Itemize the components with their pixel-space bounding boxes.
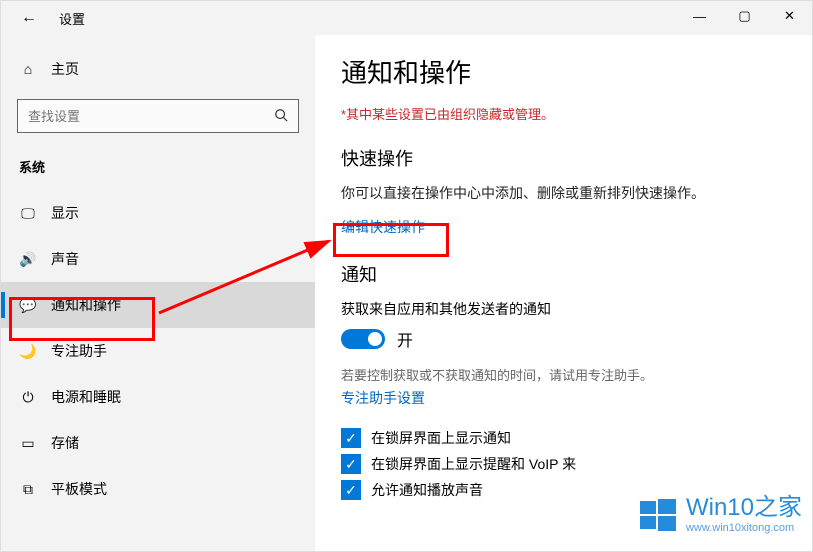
sidebar-item-power-sleep[interactable]: ⏻ 电源和睡眠 xyxy=(1,374,315,420)
checkbox-label: 在锁屏界面上显示提醒和 VoIP 来 xyxy=(371,454,576,474)
sidebar-item-label: 专注助手 xyxy=(51,341,107,361)
sidebar-item-label: 通知和操作 xyxy=(51,295,121,315)
window-title: 设置 xyxy=(59,9,85,28)
quick-actions-heading: 快速操作 xyxy=(341,145,786,171)
search-icon xyxy=(274,108,288,125)
sidebar: ⌂ 主页 系统 🖵 显示 🔊 声音 💬 通知和操作 🌙 专注助手 xyxy=(1,35,315,551)
sidebar-item-label: 电源和睡眠 xyxy=(51,387,121,407)
checkbox-lockscreen-voip[interactable]: ✓ 在锁屏界面上显示提醒和 VoIP 来 xyxy=(341,454,786,474)
sidebar-item-focus-assist[interactable]: 🌙 专注助手 xyxy=(1,328,315,374)
toggle-state: 开 xyxy=(397,327,413,351)
checkbox-lockscreen-notif[interactable]: ✓ 在锁屏界面上显示通知 xyxy=(341,428,786,448)
sidebar-item-label: 声音 xyxy=(51,249,79,269)
sidebar-item-label: 显示 xyxy=(51,203,79,223)
page-title: 通知和操作 xyxy=(341,53,786,90)
display-icon: 🖵 xyxy=(19,205,37,222)
main-content: 通知和操作 *其中某些设置已由组织隐藏或管理。 快速操作 你可以直接在操作中心中… xyxy=(315,35,812,551)
sidebar-item-sound[interactable]: 🔊 声音 xyxy=(1,236,315,282)
window-controls: — ▢ ✕ xyxy=(677,1,812,31)
edit-quick-actions-link[interactable]: 编辑快速操作 xyxy=(341,217,425,237)
notifications-icon: 💬 xyxy=(19,297,37,314)
checkbox-icon[interactable]: ✓ xyxy=(341,454,361,474)
close-button[interactable]: ✕ xyxy=(767,1,812,31)
focus-icon: 🌙 xyxy=(19,343,37,360)
focus-assist-settings-link[interactable]: 专注助手设置 xyxy=(341,388,425,408)
checkbox-label: 允许通知播放声音 xyxy=(371,480,483,500)
sidebar-item-label: 存储 xyxy=(51,433,79,453)
home-link[interactable]: ⌂ 主页 xyxy=(1,49,315,89)
sidebar-item-label: 平板模式 xyxy=(51,479,107,499)
checkbox-icon[interactable]: ✓ xyxy=(341,428,361,448)
home-icon: ⌂ xyxy=(19,61,37,77)
checkbox-icon[interactable]: ✓ xyxy=(341,480,361,500)
sound-icon: 🔊 xyxy=(19,251,37,268)
sidebar-item-tablet-mode[interactable]: ⧉ 平板模式 xyxy=(1,466,315,512)
sidebar-item-display[interactable]: 🖵 显示 xyxy=(1,190,315,236)
storage-icon: ▭ xyxy=(19,435,37,452)
tablet-icon: ⧉ xyxy=(19,481,37,498)
focus-assist-hint: 若要控制获取或不获取通知的时间，请试用专注助手。 xyxy=(341,365,786,384)
search-box[interactable] xyxy=(17,99,299,133)
power-icon: ⏻ xyxy=(19,389,37,406)
managed-warning: *其中某些设置已由组织隐藏或管理。 xyxy=(341,104,786,123)
sidebar-item-storage[interactable]: ▭ 存储 xyxy=(1,420,315,466)
notifications-toggle[interactable] xyxy=(341,329,385,349)
checkbox-label: 在锁屏界面上显示通知 xyxy=(371,428,511,448)
quick-actions-desc: 你可以直接在操作中心中添加、删除或重新排列快速操作。 xyxy=(341,183,786,203)
maximize-button[interactable]: ▢ xyxy=(722,1,767,31)
checkbox-sound[interactable]: ✓ 允许通知播放声音 xyxy=(341,480,786,500)
back-button[interactable]: ← xyxy=(15,4,43,32)
notifications-toggle-label: 获取来自应用和其他发送者的通知 xyxy=(341,299,786,319)
search-input[interactable] xyxy=(28,109,274,124)
minimize-button[interactable]: — xyxy=(677,1,722,31)
notifications-heading: 通知 xyxy=(341,261,786,287)
category-heading: 系统 xyxy=(1,149,315,190)
home-label: 主页 xyxy=(51,59,79,79)
sidebar-item-notifications[interactable]: 💬 通知和操作 xyxy=(1,282,315,328)
